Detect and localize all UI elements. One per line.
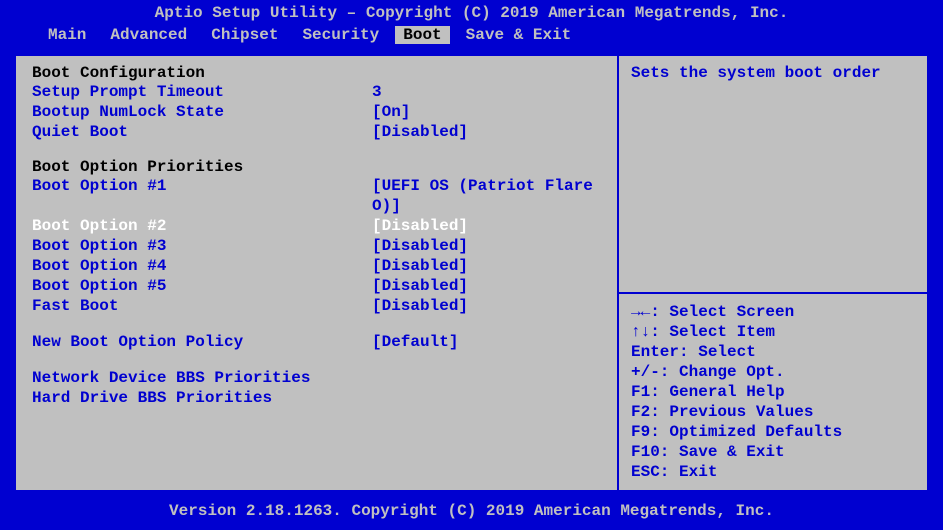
footer-bar: Version 2.18.1263. Copyright (C) 2019 Am… (0, 498, 943, 530)
setting-bootup-numlock[interactable]: Bootup NumLock State [On] (32, 102, 601, 122)
content-area: Boot Configuration Setup Prompt Timeout … (0, 48, 943, 498)
setting-boot-option-1-line2: O)] (32, 196, 601, 216)
setting-label: Boot Option #1 (32, 176, 372, 196)
nav-advanced[interactable]: Advanced (102, 26, 195, 44)
setting-fast-boot[interactable]: Fast Boot [Disabled] (32, 296, 601, 316)
setting-label: Setup Prompt Timeout (32, 82, 372, 102)
setting-value: [Disabled] (372, 122, 468, 142)
setting-value: [Disabled] (372, 296, 468, 316)
setting-label: Boot Option #2 (32, 216, 372, 236)
setting-boot-option-5[interactable]: Boot Option #5 [Disabled] (32, 276, 601, 296)
setting-label: Quiet Boot (32, 122, 372, 142)
section-boot-priorities-title: Boot Option Priorities (32, 158, 601, 176)
setting-label: Bootup NumLock State (32, 102, 372, 122)
submenu-network-bbs[interactable]: Network Device BBS Priorities (32, 368, 601, 388)
setting-label: Boot Option #4 (32, 256, 372, 276)
key-previous-values: F2: Previous Values (631, 402, 915, 422)
setting-label: Boot Option #3 (32, 236, 372, 256)
setting-label: Fast Boot (32, 296, 372, 316)
setting-boot-option-2[interactable]: Boot Option #2 [Disabled] (32, 216, 601, 236)
setting-value: [Default] (372, 332, 458, 352)
nav-security[interactable]: Security (294, 26, 387, 44)
title-bar: Aptio Setup Utility – Copyright (C) 2019… (0, 0, 943, 26)
section-boot-config-title: Boot Configuration (32, 64, 601, 82)
nav-bar: Main Advanced Chipset Security Boot Save… (0, 26, 943, 48)
key-save-exit: F10: Save & Exit (631, 442, 915, 462)
setting-value: 3 (372, 82, 382, 102)
setting-value: [On] (372, 102, 410, 122)
nav-boot[interactable]: Boot (395, 26, 449, 44)
setting-new-boot-option-policy[interactable]: New Boot Option Policy [Default] (32, 332, 601, 352)
setting-quiet-boot[interactable]: Quiet Boot [Disabled] (32, 122, 601, 142)
help-panel: Sets the system boot order (619, 54, 929, 294)
help-text: Sets the system boot order (631, 64, 915, 82)
key-select-item: ↑↓: Select Item (631, 322, 915, 342)
setting-setup-prompt-timeout[interactable]: Setup Prompt Timeout 3 (32, 82, 601, 102)
setting-boot-option-3[interactable]: Boot Option #3 [Disabled] (32, 236, 601, 256)
key-select-screen: →←: Select Screen (631, 302, 915, 322)
setting-label: New Boot Option Policy (32, 332, 372, 352)
setting-boot-option-4[interactable]: Boot Option #4 [Disabled] (32, 256, 601, 276)
setting-value: [Disabled] (372, 276, 468, 296)
setting-boot-option-1[interactable]: Boot Option #1 [UEFI OS (Patriot Flare (32, 176, 601, 196)
setting-value: [UEFI OS (Patriot Flare (372, 176, 593, 196)
nav-chipset[interactable]: Chipset (203, 26, 286, 44)
setting-value: [Disabled] (372, 216, 468, 236)
key-optimized-defaults: F9: Optimized Defaults (631, 422, 915, 442)
keys-panel: →←: Select Screen ↑↓: Select Item Enter:… (619, 294, 929, 492)
setting-value: [Disabled] (372, 256, 468, 276)
nav-save-exit[interactable]: Save & Exit (458, 26, 580, 44)
submenu-hard-drive-bbs[interactable]: Hard Drive BBS Priorities (32, 388, 601, 408)
key-change-opt: +/-: Change Opt. (631, 362, 915, 382)
key-esc-exit: ESC: Exit (631, 462, 915, 482)
setting-label (32, 196, 372, 216)
key-enter: Enter: Select (631, 342, 915, 362)
main-panel: Boot Configuration Setup Prompt Timeout … (14, 54, 619, 492)
side-panels: Sets the system boot order →←: Select Sc… (619, 54, 929, 492)
bios-screen: Aptio Setup Utility – Copyright (C) 2019… (0, 0, 943, 530)
setting-label: Boot Option #5 (32, 276, 372, 296)
setting-value: O)] (372, 196, 401, 216)
nav-main[interactable]: Main (40, 26, 94, 44)
setting-value: [Disabled] (372, 236, 468, 256)
key-general-help: F1: General Help (631, 382, 915, 402)
